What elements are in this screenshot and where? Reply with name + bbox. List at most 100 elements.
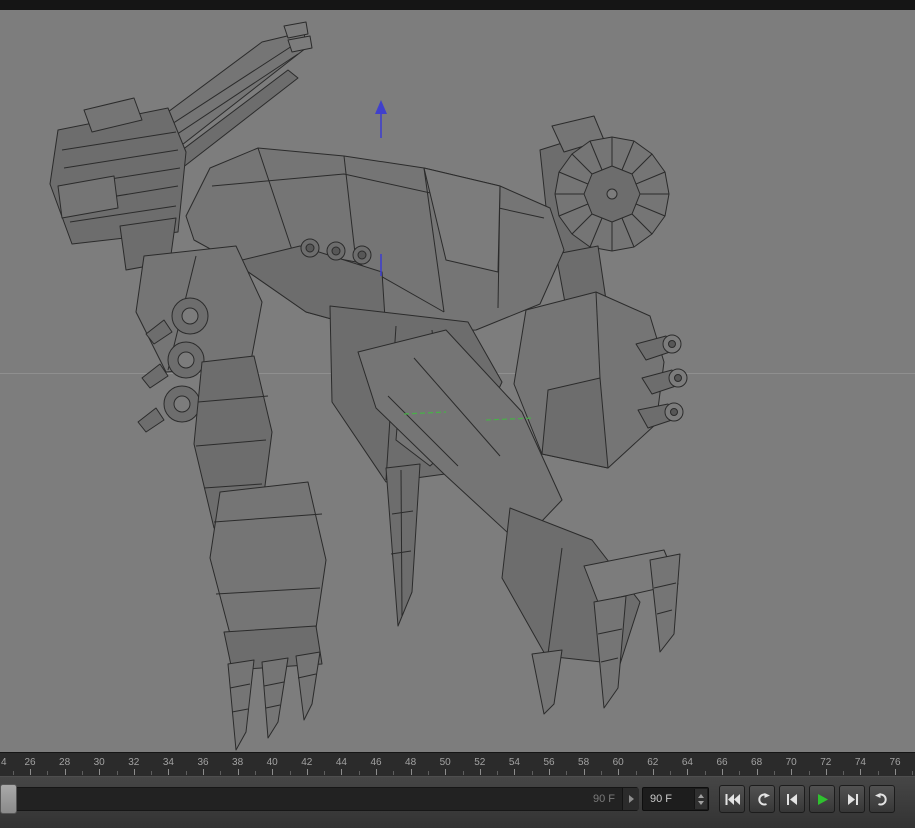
ruler-tick <box>12 771 14 775</box>
ruler-tick <box>341 769 343 775</box>
left-arm <box>135 245 273 529</box>
ruler-tick <box>687 769 689 775</box>
go-to-start-button[interactable] <box>719 785 745 813</box>
step-forward-icon <box>847 793 858 805</box>
top-menu-strip <box>0 0 915 10</box>
ruler-tick <box>600 771 602 775</box>
frame-label: 48 <box>405 757 417 768</box>
frame-label: 52 <box>474 757 486 768</box>
ruler-tick <box>168 769 170 775</box>
ruler-tick <box>133 769 135 775</box>
previous-key-button[interactable] <box>749 785 775 813</box>
ruler-tick <box>324 771 326 775</box>
ruler-tick <box>185 771 187 775</box>
frame-label: 72 <box>820 757 832 768</box>
application-window: 4 26 28 30 32 34 36 38 40 42 44 46 48 50 52 54 56 58 60 62 6… <box>0 0 915 828</box>
frame-label: 26 <box>24 757 36 768</box>
ruler-tick <box>652 769 654 775</box>
ruler-tick <box>203 769 204 775</box>
ruler-tick <box>410 769 412 775</box>
ruler-tick <box>289 771 291 775</box>
frame-label: 36 <box>197 757 209 768</box>
frame-spinner[interactable] <box>694 789 707 809</box>
ruler-tick <box>773 771 775 775</box>
range-end-value: 90 F <box>592 793 615 805</box>
ruler-tick <box>99 769 101 775</box>
frame-label: 74 <box>854 757 866 768</box>
current-frame-value: 90 F <box>650 793 673 805</box>
ruler-tick <box>860 769 862 775</box>
range-slider-arrow-button[interactable] <box>622 788 639 810</box>
ruler-tick <box>237 769 239 775</box>
frame-label: 28 <box>59 757 71 768</box>
ruler-tick <box>81 771 83 775</box>
step-back-icon <box>786 793 797 805</box>
frame-label: 50 <box>439 757 451 768</box>
next-frame-button[interactable] <box>839 785 865 813</box>
play-icon <box>817 793 828 805</box>
frame-label: 34 <box>162 757 174 768</box>
ruler-tick <box>220 771 222 775</box>
frame-label: 46 <box>370 757 382 768</box>
timeline-range-slider[interactable]: 90 F <box>0 787 639 811</box>
ruler-tick <box>445 769 447 775</box>
spinner-up-icon <box>698 793 704 798</box>
next-key-button[interactable] <box>869 785 895 813</box>
timeline-range-handle[interactable] <box>0 784 17 814</box>
frame-label: 76 <box>889 757 901 768</box>
ruler-tick <box>635 771 637 775</box>
timeline-ruler[interactable]: 4 26 28 30 32 34 36 38 40 42 44 46 48 50 52 54 56 58 60 62 6… <box>0 752 915 776</box>
frame-label: 32 <box>128 757 140 768</box>
transport-controls <box>719 785 895 813</box>
ruler-tick <box>462 771 464 775</box>
shoulder-launcher <box>49 97 187 271</box>
play-button[interactable] <box>809 785 835 813</box>
frame-label: 4 <box>1 757 7 768</box>
ruler-tick <box>722 769 723 775</box>
spinner-down-icon <box>698 800 704 805</box>
frame-label: 62 <box>647 757 659 768</box>
ruler-tick <box>151 771 153 775</box>
ruler-tick <box>531 771 533 775</box>
left-leg <box>209 481 327 751</box>
frame-label: 56 <box>543 757 555 768</box>
previous-frame-button[interactable] <box>779 785 805 813</box>
3d-viewport[interactable] <box>0 10 915 752</box>
frame-label: 60 <box>612 757 624 768</box>
ruler-tick <box>825 769 827 775</box>
ruler-tick <box>514 769 516 775</box>
ruler-tick <box>704 771 706 775</box>
ruler-tick <box>877 771 879 775</box>
ruler-tick <box>272 769 274 775</box>
loop-left-icon <box>757 792 770 805</box>
ruler-tick <box>791 769 793 775</box>
ruler-tick <box>756 769 758 775</box>
ruler-tick <box>393 771 395 775</box>
ruler-tick <box>254 771 256 775</box>
wireframe-mech-model <box>49 21 688 751</box>
ruler-tick <box>843 771 845 775</box>
ruler-tick <box>358 771 360 775</box>
radome-disc <box>539 115 670 309</box>
missile-pod-arm <box>513 291 688 469</box>
frame-label: 42 <box>301 757 313 768</box>
ruler-tick <box>479 769 481 775</box>
frame-label: 68 <box>751 757 763 768</box>
current-frame-field[interactable]: 90 F <box>642 787 709 811</box>
ruler-tick <box>47 771 49 775</box>
frame-label: 58 <box>578 757 590 768</box>
ruler-tick <box>497 771 499 775</box>
ruler-tick <box>670 771 672 775</box>
ruler-tick <box>30 769 31 775</box>
frame-label: 54 <box>508 757 520 768</box>
frame-label: 66 <box>716 757 728 768</box>
frame-label: 44 <box>335 757 347 768</box>
chevron-right-icon <box>628 795 634 803</box>
loop-right-icon <box>874 792 887 805</box>
animation-toolbar: 90 F 90 F <box>0 776 915 828</box>
ruler-tick <box>566 771 568 775</box>
ruler-tick <box>376 769 377 775</box>
ruler-tick <box>427 771 429 775</box>
frame-label: 30 <box>93 757 105 768</box>
ruler-tick <box>912 771 914 775</box>
